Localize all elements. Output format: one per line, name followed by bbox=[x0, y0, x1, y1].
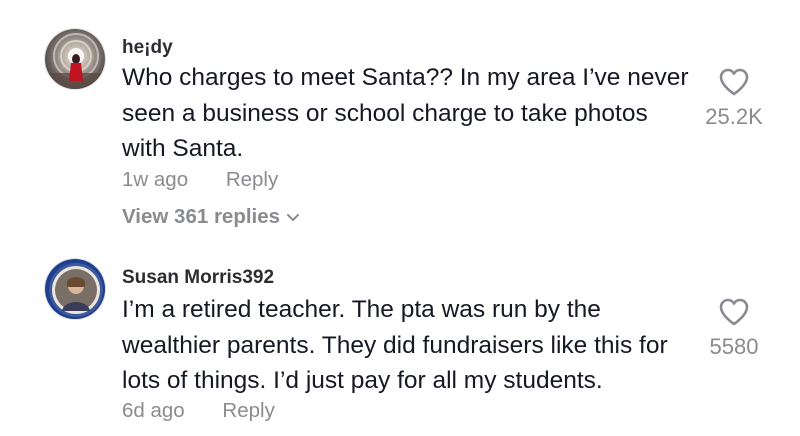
comment-text: Who charges to meet Santa?? In my area I… bbox=[122, 64, 689, 162]
comment-age: 6d ago bbox=[122, 399, 185, 422]
comment-text: I’m a retired teacher. The pta was run b… bbox=[122, 296, 668, 394]
like-count: 25.2K bbox=[705, 104, 763, 129]
comment-item: Susan Morris392 I’m a retired teacher. T… bbox=[0, 250, 800, 436]
avatar-photo-icon bbox=[45, 259, 105, 319]
reply-button[interactable]: Reply bbox=[222, 399, 274, 422]
avatar-photo-icon bbox=[45, 29, 105, 89]
view-replies-label: View 361 replies bbox=[122, 205, 281, 228]
comment-username[interactable]: he¡dy bbox=[122, 37, 173, 59]
comment-meta: 6d ago Reply bbox=[122, 399, 275, 423]
comment-meta: 1w ago Reply bbox=[122, 168, 278, 192]
avatar[interactable] bbox=[44, 28, 106, 90]
view-replies-button[interactable]: View 361 replies bbox=[122, 205, 300, 229]
avatar[interactable] bbox=[44, 258, 106, 320]
heart-icon[interactable] bbox=[718, 67, 750, 97]
comment-age: 1w ago bbox=[122, 168, 189, 191]
comment-item: he¡dy Who charges to meet Santa?? In my … bbox=[0, 0, 800, 250]
reply-button[interactable]: Reply bbox=[226, 168, 278, 191]
chevron-down-icon bbox=[287, 213, 300, 221]
like-count: 5580 bbox=[709, 334, 759, 359]
comment-username[interactable]: Susan Morris392 bbox=[122, 267, 274, 289]
heart-icon[interactable] bbox=[718, 297, 750, 327]
